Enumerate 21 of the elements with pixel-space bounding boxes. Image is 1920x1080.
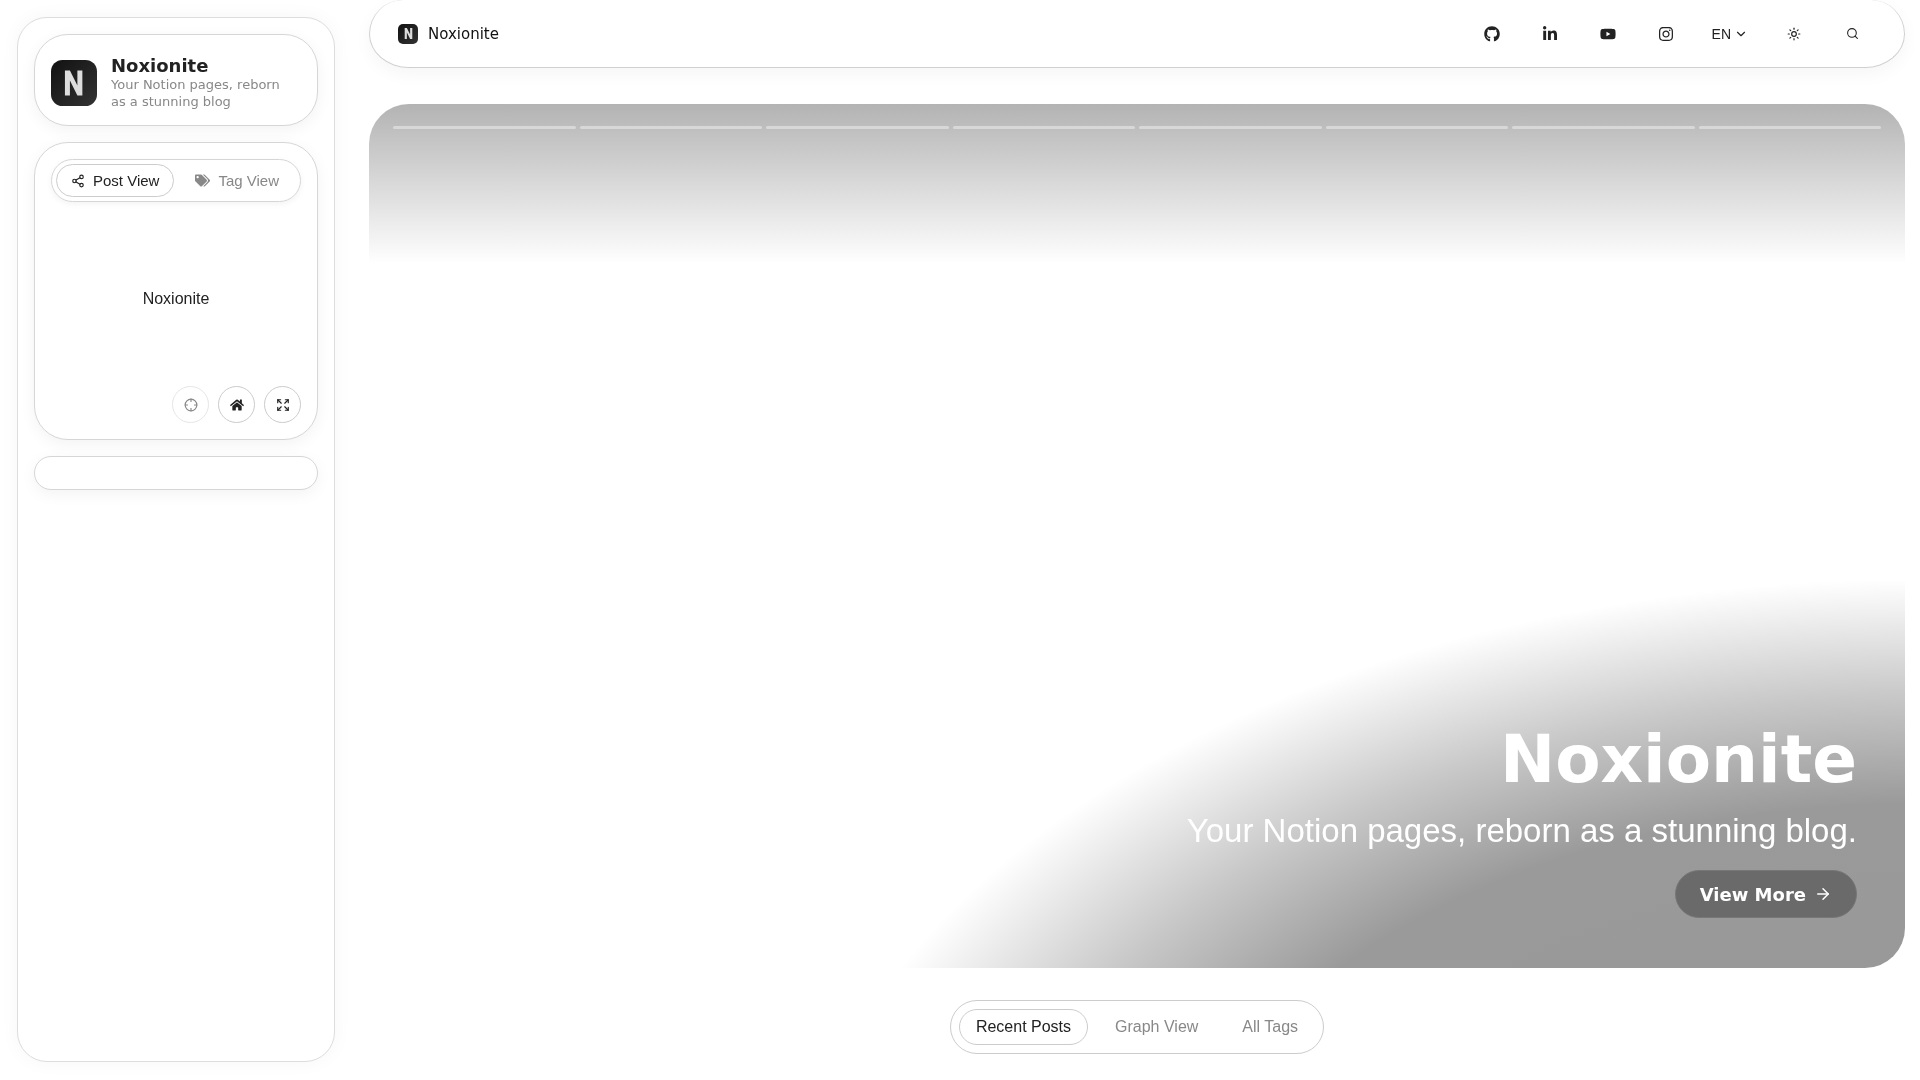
home-button[interactable]	[218, 386, 255, 423]
graph-node-label: Noxionite	[142, 290, 210, 308]
brand-name[interactable]: Noxionite	[428, 24, 1458, 43]
crosshair-icon	[183, 397, 198, 412]
logo-icon	[51, 59, 97, 106]
arrow-right-icon	[1814, 885, 1832, 903]
graph-icon	[71, 173, 85, 188]
locate-button[interactable]	[172, 386, 209, 423]
empty-field[interactable]	[34, 456, 318, 490]
profile-tagline: Your Notion pages, reborn as a stunning blog	[111, 76, 281, 110]
hero-title: Noxionite	[1499, 721, 1857, 798]
home-icon	[229, 397, 244, 412]
view-more-button[interactable]: View More	[1674, 870, 1857, 918]
fullscreen-button[interactable]	[264, 386, 301, 423]
profile-name: Noxionite	[111, 55, 210, 76]
section-tab[interactable]: Recent Posts	[958, 1009, 1089, 1045]
tag-icon	[195, 173, 211, 188]
fullscreen-icon	[275, 397, 290, 412]
view-tab[interactable]: Post View	[56, 164, 175, 197]
language-selector[interactable]: EN	[1699, 25, 1760, 42]
logo-icon	[398, 23, 418, 44]
